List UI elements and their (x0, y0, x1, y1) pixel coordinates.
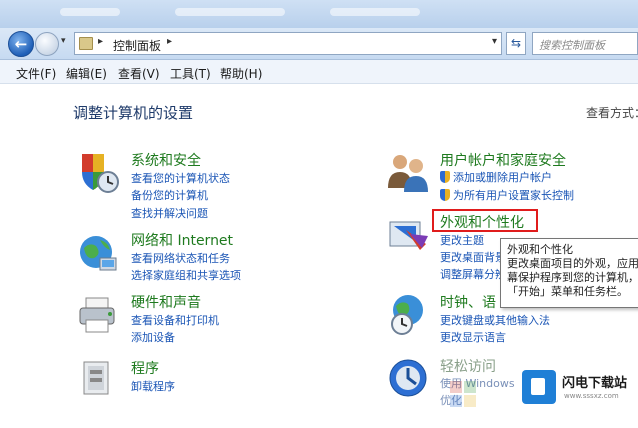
link-change-keyboard-input[interactable]: 更改键盘或其他输入法 (440, 312, 550, 328)
uac-shield-icon (440, 171, 450, 183)
ease-of-access-icon[interactable] (386, 356, 430, 400)
windows-logo-icon (450, 381, 476, 407)
menu-help[interactable]: 帮助(H) (220, 65, 262, 82)
users-icon[interactable] (386, 150, 430, 194)
category-hardware-sound[interactable]: 硬件和声音 (131, 292, 201, 312)
link-homegroup-sharing[interactable]: 选择家庭组和共享选项 (131, 267, 241, 283)
link-network-status[interactable]: 查看网络状态和任务 (131, 250, 230, 266)
link-adjust-resolution[interactable]: 调整屏幕分辨 (440, 266, 506, 282)
breadcrumb-separator-icon[interactable]: ▸ (98, 36, 103, 47)
forward-button[interactable] (35, 32, 59, 56)
link-add-device[interactable]: 添加设备 (131, 329, 175, 345)
category-programs[interactable]: 程序 (131, 358, 159, 378)
page-title: 调整计算机的设置 (73, 104, 194, 122)
link-label: 为所有用户设置家长控制 (453, 189, 574, 202)
menu-edit[interactable]: 编辑(E) (66, 65, 107, 82)
uac-shield-icon (440, 189, 450, 201)
breadcrumb-separator-icon[interactable]: ▸ (167, 36, 172, 47)
link-parental-controls[interactable]: 为所有用户设置家长控制 (440, 187, 574, 203)
refresh-button[interactable]: ⇆ (506, 32, 526, 55)
printer-icon[interactable] (76, 294, 120, 338)
shield-icon[interactable] (76, 150, 120, 194)
site-watermark: 闪电下载站 www.sssxz.com (522, 368, 638, 408)
window-titlebar (0, 0, 638, 28)
link-add-remove-accounts[interactable]: 添加或删除用户帐户 (440, 169, 552, 185)
globe-network-icon[interactable] (76, 232, 120, 276)
title-blur (60, 8, 120, 16)
address-dropdown-icon[interactable]: ▾ (492, 36, 497, 47)
recent-pages-dropdown[interactable]: ▾ (61, 36, 66, 46)
watermark-logo-icon (522, 370, 556, 404)
tooltip-title: 外观和个性化 (507, 243, 573, 256)
menu-tools[interactable]: 工具(T) (170, 65, 211, 82)
link-devices-printers[interactable]: 查看设备和打印机 (131, 312, 219, 328)
category-ease-of-access[interactable]: 轻松访问 (440, 356, 496, 376)
address-bar[interactable]: ▸ 控制面板 ▸ ▾ (74, 32, 502, 55)
category-user-accounts[interactable]: 用户帐户和家庭安全 (440, 150, 566, 170)
programs-icon[interactable] (76, 356, 120, 400)
watermark-url: www.sssxz.com (564, 392, 619, 400)
menu-bar: 文件(F) 编辑(E) 查看(V) 工具(T) 帮助(H) (0, 60, 638, 84)
category-system-security[interactable]: 系统和安全 (131, 150, 201, 170)
search-input[interactable]: 搜索控制面板 (532, 32, 638, 55)
clock-globe-icon[interactable] (386, 292, 430, 336)
link-view-computer-status[interactable]: 查看您的计算机状态 (131, 170, 230, 186)
navigation-bar: ← ▾ ▸ 控制面板 ▸ ▾ ⇆ 搜索控制面板 (0, 28, 638, 60)
view-by-label[interactable]: 查看方式： (586, 104, 638, 121)
link-change-desktop-background[interactable]: 更改桌面背景 (440, 249, 506, 265)
tooltip-line: 更改桌面项目的外观，应用 (507, 257, 638, 270)
title-blur (175, 8, 285, 16)
tooltip-line: 「开始」菜单和任务栏。 (507, 285, 628, 298)
control-panel-icon (79, 37, 93, 50)
link-troubleshoot[interactable]: 查找并解决问题 (131, 205, 208, 221)
appearance-personalization-icon[interactable] (386, 214, 430, 258)
highlight-box (432, 209, 538, 232)
category-clock-language[interactable]: 时钟、语 (440, 292, 496, 312)
link-change-theme[interactable]: 更改主题 (440, 232, 484, 248)
watermark-name: 闪电下载站 (562, 376, 628, 391)
back-arrow-icon: ← (14, 35, 28, 53)
link-change-display-language[interactable]: 更改显示语言 (440, 329, 506, 345)
link-uninstall-program[interactable]: 卸载程序 (131, 378, 175, 394)
link-backup-computer[interactable]: 备份您的计算机 (131, 187, 208, 203)
back-button[interactable]: ← (8, 31, 34, 57)
link-label: 添加或删除用户帐户 (453, 171, 552, 184)
tooltip-line: 幕保护程序到您的计算机， (507, 271, 638, 284)
tooltip-appearance: 外观和个性化 更改桌面项目的外观，应用 幕保护程序到您的计算机， 「开始」菜单和… (500, 238, 638, 308)
menu-file[interactable]: 文件(F) (16, 65, 56, 82)
menu-view[interactable]: 查看(V) (118, 65, 160, 82)
breadcrumb-control-panel[interactable]: 控制面板 (113, 37, 161, 54)
category-network-internet[interactable]: 网络和 Internet (131, 230, 233, 250)
title-blur (330, 8, 420, 16)
